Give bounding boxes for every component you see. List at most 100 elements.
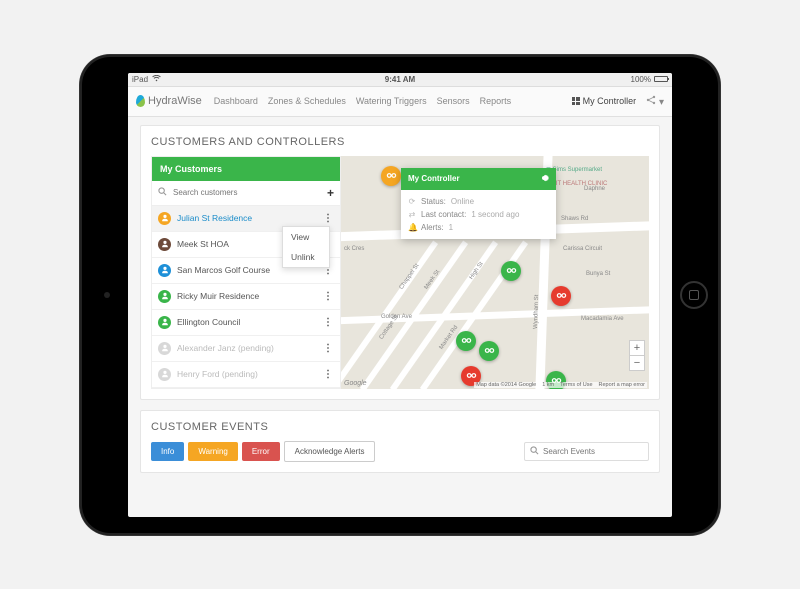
map-terms-link[interactable]: Terms of Use: [560, 382, 592, 388]
customer-name: Julian St Residence: [177, 213, 321, 223]
customer-avatar-icon: [158, 238, 171, 251]
nav-my-controller-label: My Controller: [583, 96, 637, 106]
clock-icon: ⇄: [408, 210, 416, 219]
context-menu-item[interactable]: View: [283, 227, 329, 247]
popup-alerts-value: 1: [449, 223, 453, 232]
search-icon: [530, 446, 539, 457]
customer-search-input[interactable]: [171, 186, 327, 199]
customer-name: Henry Ford (pending): [177, 369, 321, 379]
events-title: CUSTOMER EVENTS: [151, 421, 649, 433]
customer-name: Ellington Council: [177, 317, 321, 327]
road-label: Carissa Circuit: [563, 246, 602, 252]
popup-status-label: Status:: [421, 197, 446, 206]
top-nav: HydraWise Dashboard Zones & Schedules Wa…: [128, 87, 672, 117]
customer-avatar-icon: [158, 342, 171, 355]
customer-avatar-icon: [158, 264, 171, 277]
road-label: Macadamia Ave: [581, 316, 624, 322]
ios-statusbar: iPad 9:41 AM 100%: [128, 73, 672, 87]
map-pin[interactable]: [501, 261, 521, 281]
customer-row[interactable]: Alexander Janz (pending)⋮: [152, 336, 340, 362]
events-warning-button[interactable]: Warning: [188, 442, 238, 461]
controller-info-popup: My Controller ⟳ Status: Online ⇄ Last cont…: [401, 168, 556, 239]
logo-drop-icon: [136, 95, 145, 107]
brand-text: HydraWise: [148, 95, 202, 107]
popup-alerts-label: Alerts:: [421, 223, 444, 232]
rss-icon: ⟳: [408, 197, 416, 206]
screen: iPad 9:41 AM 100% HydraWise Dashboard Zo…: [128, 73, 672, 517]
carrier-label: iPad: [132, 75, 148, 84]
customer-name: Alexander Janz (pending): [177, 343, 321, 353]
popup-last-label: Last contact:: [421, 210, 466, 219]
battery-pct: 100%: [631, 75, 651, 84]
customer-menu-button[interactable]: ⋮: [321, 369, 334, 380]
events-ack-button[interactable]: Acknowledge Alerts: [284, 441, 376, 462]
map-pin[interactable]: [479, 341, 499, 361]
customer-avatar-icon: [158, 368, 171, 381]
map-report-link[interactable]: Report a map error: [599, 382, 645, 388]
zoom-in-button[interactable]: +: [630, 341, 644, 356]
customer-row[interactable]: Ricky Muir Residence⋮: [152, 284, 340, 310]
road-label: Bunya St: [586, 271, 610, 277]
search-icon: [158, 187, 167, 198]
road-label: Shaws Rd: [561, 216, 588, 222]
road-label: Wyndham St: [533, 294, 540, 328]
ipad-camera: [104, 292, 110, 298]
ipad-home-button[interactable]: [680, 281, 708, 309]
add-customer-button[interactable]: +: [327, 186, 334, 200]
brand[interactable]: HydraWise: [136, 95, 202, 107]
customer-row[interactable]: Ellington Council⋮: [152, 310, 340, 336]
share-icon[interactable]: ▾: [646, 95, 664, 108]
map-pin[interactable]: [456, 331, 476, 351]
battery-icon: [654, 76, 668, 82]
ipad-frame: iPad 9:41 AM 100% HydraWise Dashboard Zo…: [80, 55, 720, 535]
customer-avatar-icon: [158, 290, 171, 303]
events-search-input[interactable]: [543, 447, 643, 456]
popup-status-value: Online: [451, 197, 474, 206]
bell-icon: 🔔: [408, 223, 416, 232]
popup-last-value: 1 second ago: [471, 210, 519, 219]
nav-zones[interactable]: Zones & Schedules: [268, 96, 346, 106]
map-data-label: Map data ©2014 Google: [476, 382, 536, 388]
customer-row[interactable]: Henry Ford (pending)⋮: [152, 362, 340, 388]
nav-my-controller[interactable]: My Controller: [572, 96, 637, 106]
customer-avatar-icon: [158, 212, 171, 225]
gear-icon[interactable]: [539, 173, 549, 185]
road-label: Chappel St: [399, 262, 421, 290]
nav-triggers[interactable]: Watering Triggers: [356, 96, 427, 106]
customer-menu-button[interactable]: ⋮: [321, 291, 334, 302]
zoom-out-button[interactable]: −: [630, 356, 644, 370]
customer-context-menu: ViewUnlink: [282, 226, 330, 268]
events-panel: CUSTOMER EVENTS Info Warning Error Ackno…: [140, 410, 660, 473]
sidebar-header: My Customers: [152, 157, 340, 181]
map-zoom-controls: + −: [629, 340, 645, 371]
map-pin[interactable]: [381, 166, 401, 186]
context-menu-item[interactable]: Unlink: [283, 247, 329, 267]
grid-icon: [572, 97, 580, 105]
customer-name: Ricky Muir Residence: [177, 291, 321, 301]
wifi-icon: [152, 75, 161, 84]
map-google-logo: Google: [344, 380, 367, 387]
events-info-button[interactable]: Info: [151, 442, 184, 461]
customer-menu-button[interactable]: ⋮: [321, 213, 334, 224]
customer-avatar-icon: [158, 316, 171, 329]
customers-title: CUSTOMERS AND CONTROLLERS: [151, 136, 649, 148]
map-pin[interactable]: [551, 286, 571, 306]
nav-sensors[interactable]: Sensors: [437, 96, 470, 106]
status-time: 9:41 AM: [385, 75, 415, 84]
content-scroll[interactable]: CUSTOMERS AND CONTROLLERS My Customers +…: [128, 117, 672, 517]
customer-menu-button[interactable]: ⋮: [321, 317, 334, 328]
customer-menu-button[interactable]: ⋮: [321, 343, 334, 354]
customer-row[interactable]: Julian St Residence⋮ViewUnlink: [152, 206, 340, 232]
map[interactable]: Shaws Rd Carissa Circuit Bunya St Macada…: [341, 156, 649, 389]
map-scale-label: 1 km: [542, 382, 554, 388]
customers-panel: CUSTOMERS AND CONTROLLERS My Customers +…: [140, 125, 660, 400]
customer-search-row: +: [152, 181, 340, 206]
nav-reports[interactable]: Reports: [480, 96, 512, 106]
events-search: [524, 442, 649, 461]
map-attribution: Map data ©2014 Google 1 km Terms of Use …: [474, 382, 647, 388]
nav-dashboard[interactable]: Dashboard: [214, 96, 258, 106]
customers-sidebar: My Customers + Julian St Residence⋮ViewU…: [151, 156, 341, 389]
road-label: ck Cres: [344, 246, 364, 252]
events-error-button[interactable]: Error: [242, 442, 280, 461]
popup-title: My Controller: [408, 174, 460, 183]
